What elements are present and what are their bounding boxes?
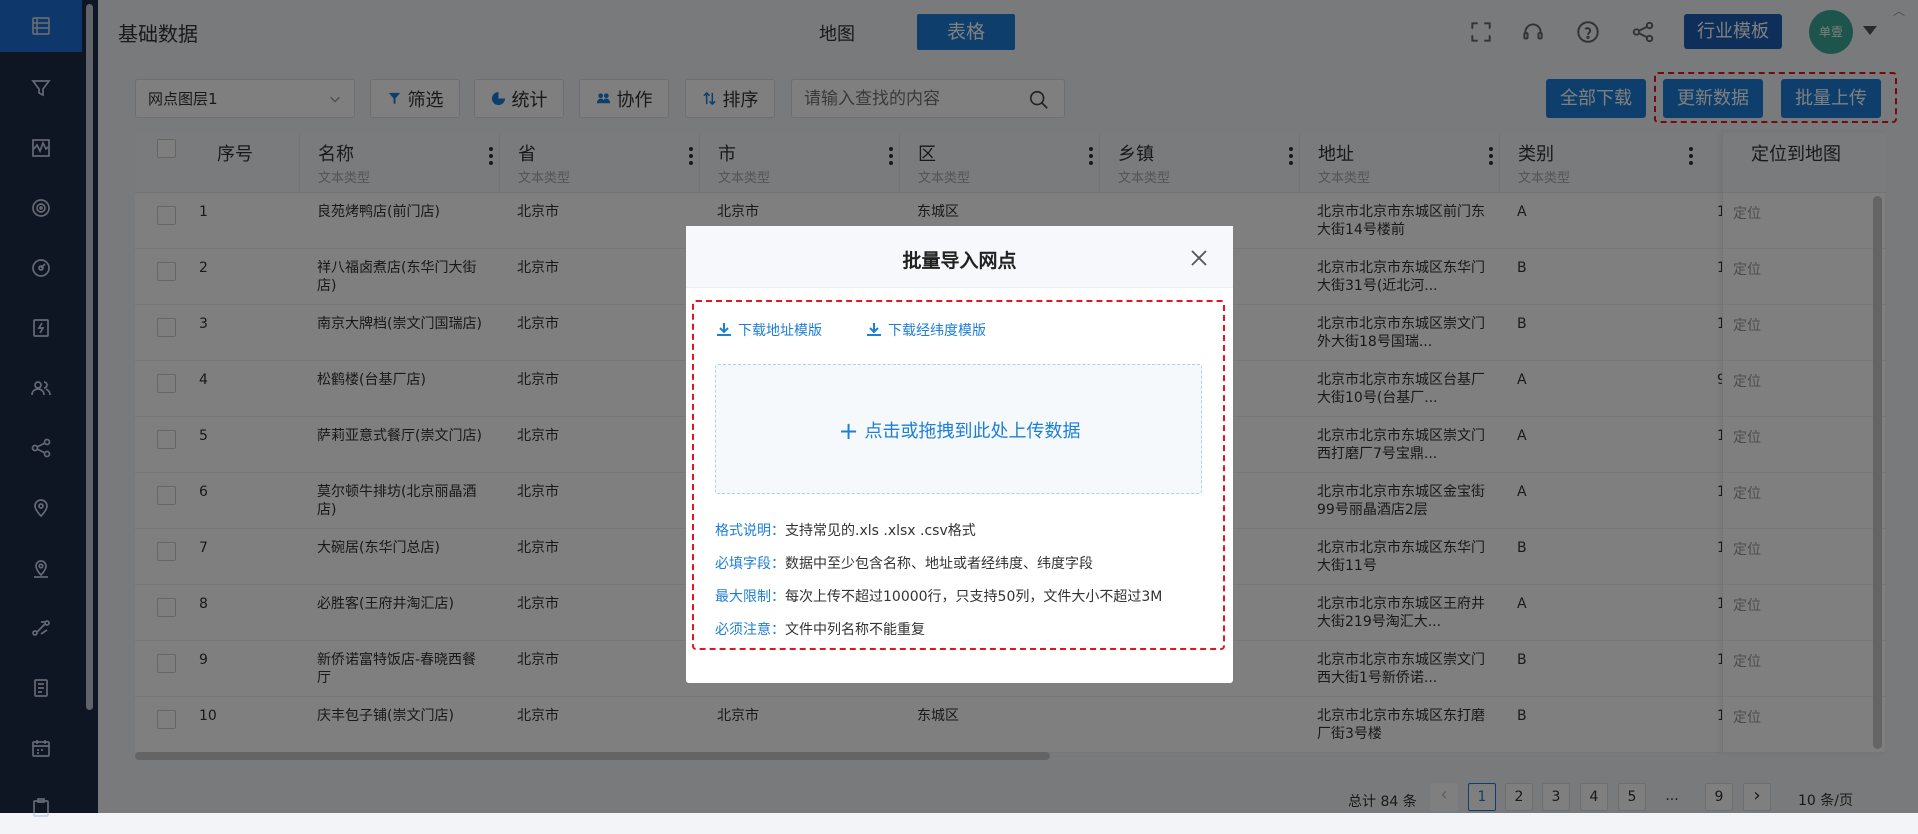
download-icon: [867, 323, 881, 336]
download-address-label: 下载地址模版: [738, 323, 822, 339]
download-latlng-label: 下载经纬度模版: [888, 323, 986, 339]
dialog-header: 批量导入网点: [686, 226, 1233, 288]
limit-note: 最大限制：每次上传不超过10000行，只支持50列，文件大小不超过3M: [715, 589, 1163, 605]
close-icon[interactable]: [1190, 249, 1208, 267]
download-latlng-template-link[interactable]: 下载经纬度模版: [865, 320, 986, 340]
plus-icon: +: [838, 417, 859, 445]
dropzone-text: + 点击或拖拽到此处上传数据: [716, 417, 1203, 445]
attention-note: 必须注意：文件中列名称不能重复: [715, 622, 925, 638]
upload-dropzone[interactable]: + 点击或拖拽到此处上传数据: [715, 364, 1202, 494]
format-note: 格式说明：支持常见的.xls .xlsx .csv格式: [715, 523, 976, 539]
download-address-template-link[interactable]: 下载地址模版: [715, 320, 822, 340]
dropzone-label: 点击或拖拽到此处上传数据: [864, 421, 1081, 442]
batch-import-dialog: 批量导入网点 下载地址模版 下载经纬度模版 + 点击或拖拽到此处上传数据 格式说明…: [686, 226, 1233, 683]
required-fields-note: 必填字段：数据中至少包含名称、地址或者经纬度、纬度字段: [715, 556, 1093, 572]
download-icon: [717, 323, 731, 336]
dialog-title: 批量导入网点: [902, 250, 1017, 272]
